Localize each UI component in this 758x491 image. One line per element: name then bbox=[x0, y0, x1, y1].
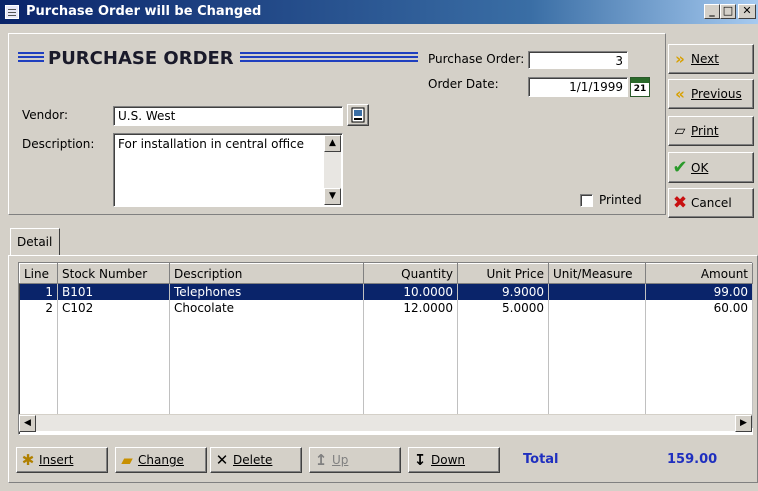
scroll-left-icon[interactable]: ◀ bbox=[19, 415, 36, 432]
vendor-lookup-button[interactable] bbox=[347, 104, 369, 126]
grid-horizontal-scrollbar[interactable]: ◀ ▶ bbox=[19, 414, 752, 432]
cell-stock-number: B101 bbox=[57, 283, 170, 300]
scroll-up-icon[interactable]: ▲ bbox=[324, 135, 341, 152]
cell-description: Chocolate bbox=[169, 299, 364, 316]
vendor-lookup-icon bbox=[351, 107, 365, 123]
print-button[interactable]: ▱ Print bbox=[668, 116, 754, 146]
page-title: PURCHASE ORDER bbox=[48, 48, 234, 69]
maximize-button[interactable]: □ bbox=[720, 4, 736, 19]
printed-label: Printed bbox=[599, 193, 642, 207]
cell-unit-price: 9.9000 bbox=[457, 283, 549, 300]
cancel-button[interactable]: ✖ Cancel bbox=[668, 188, 754, 218]
down-button[interactable]: ↧ Down bbox=[408, 447, 500, 473]
order-date-field[interactable]: 1/1/1999 bbox=[528, 77, 628, 97]
table-row[interactable]: 2 C102 Chocolate 12.0000 5.0000 60.00 bbox=[19, 299, 753, 316]
minimize-button[interactable]: _ bbox=[704, 4, 720, 19]
total-value: 159.00 bbox=[667, 452, 718, 467]
cell-description: Telephones bbox=[169, 283, 364, 300]
description-field[interactable]: For installation in central office ▲ ▼ bbox=[113, 133, 343, 207]
app-icon bbox=[5, 5, 19, 19]
cell-amount: 60.00 bbox=[645, 299, 753, 316]
description-scrollbar[interactable]: ▲ ▼ bbox=[324, 135, 341, 205]
printed-checkbox[interactable] bbox=[580, 194, 593, 207]
insert-button[interactable]: ✱ Insert bbox=[16, 447, 108, 473]
column-header-quantity[interactable]: Quantity bbox=[363, 263, 458, 284]
order-date-label: Order Date: bbox=[428, 77, 499, 91]
line-items-grid[interactable]: Line Stock Number Description Quantity U… bbox=[18, 262, 753, 435]
scroll-right-icon[interactable]: ▶ bbox=[735, 415, 752, 432]
up-button[interactable]: ↥ Up bbox=[309, 447, 401, 473]
scroll-down-icon[interactable]: ▼ bbox=[324, 188, 341, 205]
print-icon: ▱ bbox=[674, 123, 686, 139]
cell-unit-measure bbox=[548, 283, 646, 300]
arrow-down-icon: ↧ bbox=[413, 451, 427, 469]
purchase-order-field[interactable]: 3 bbox=[528, 51, 628, 69]
tab-detail[interactable]: Detail bbox=[10, 228, 60, 256]
window-title: Purchase Order will be Changed bbox=[26, 4, 262, 19]
delete-x-icon: ✕ bbox=[215, 451, 229, 469]
cell-line: 1 bbox=[19, 283, 58, 300]
column-header-description[interactable]: Description bbox=[169, 263, 364, 284]
cell-quantity: 12.0000 bbox=[363, 299, 458, 316]
next-icon: » bbox=[675, 50, 685, 68]
vendor-label: Vendor: bbox=[22, 108, 68, 122]
description-label: Description: bbox=[22, 137, 95, 151]
column-header-amount[interactable]: Amount bbox=[645, 263, 753, 284]
column-header-unit-price[interactable]: Unit Price bbox=[457, 263, 549, 284]
purchase-order-label: Purchase Order: bbox=[428, 52, 525, 66]
previous-button[interactable]: « Previous bbox=[668, 79, 754, 109]
change-button[interactable]: ▰ Change bbox=[115, 447, 207, 473]
column-header-unit-measure[interactable]: Unit/Measure bbox=[548, 263, 646, 284]
cell-amount: 99.00 bbox=[645, 283, 753, 300]
cancel-x-icon: ✖ bbox=[672, 193, 688, 213]
table-row[interactable]: 1 B101 Telephones 10.0000 9.9000 99.00 bbox=[19, 283, 753, 300]
column-header-stock-number[interactable]: Stock Number bbox=[57, 263, 170, 284]
vendor-field[interactable]: U.S. West bbox=[113, 106, 343, 126]
column-header-line[interactable]: Line bbox=[19, 263, 58, 284]
cell-quantity: 10.0000 bbox=[363, 283, 458, 300]
cell-stock-number: C102 bbox=[57, 299, 170, 316]
description-text: For installation in central office bbox=[118, 137, 305, 151]
total-label: Total bbox=[523, 452, 559, 467]
line-items-table: Line Stock Number Description Quantity U… bbox=[19, 263, 753, 428]
next-button[interactable]: » Next bbox=[668, 44, 754, 74]
previous-icon: « bbox=[675, 85, 685, 103]
folder-open-icon: ▰ bbox=[121, 451, 133, 469]
empty-row-area bbox=[19, 315, 753, 428]
cell-unit-measure bbox=[548, 299, 646, 316]
cell-unit-price: 5.0000 bbox=[457, 299, 549, 316]
calendar-icon[interactable]: 21 bbox=[630, 77, 650, 97]
insert-icon: ✱ bbox=[21, 451, 35, 469]
ok-button[interactable]: ✔ OK bbox=[668, 152, 754, 183]
purchase-order-heading: PURCHASE ORDER bbox=[18, 48, 418, 72]
cell-line: 2 bbox=[19, 299, 58, 316]
grid-header-row: Line Stock Number Description Quantity U… bbox=[19, 263, 753, 284]
close-button[interactable]: ✕ bbox=[738, 4, 756, 19]
delete-button[interactable]: ✕ Delete bbox=[210, 447, 302, 473]
checkmark-icon: ✔ bbox=[672, 156, 688, 178]
title-bar[interactable]: Purchase Order will be Changed _ □ ✕ bbox=[0, 0, 758, 24]
arrow-up-icon: ↥ bbox=[314, 451, 328, 469]
